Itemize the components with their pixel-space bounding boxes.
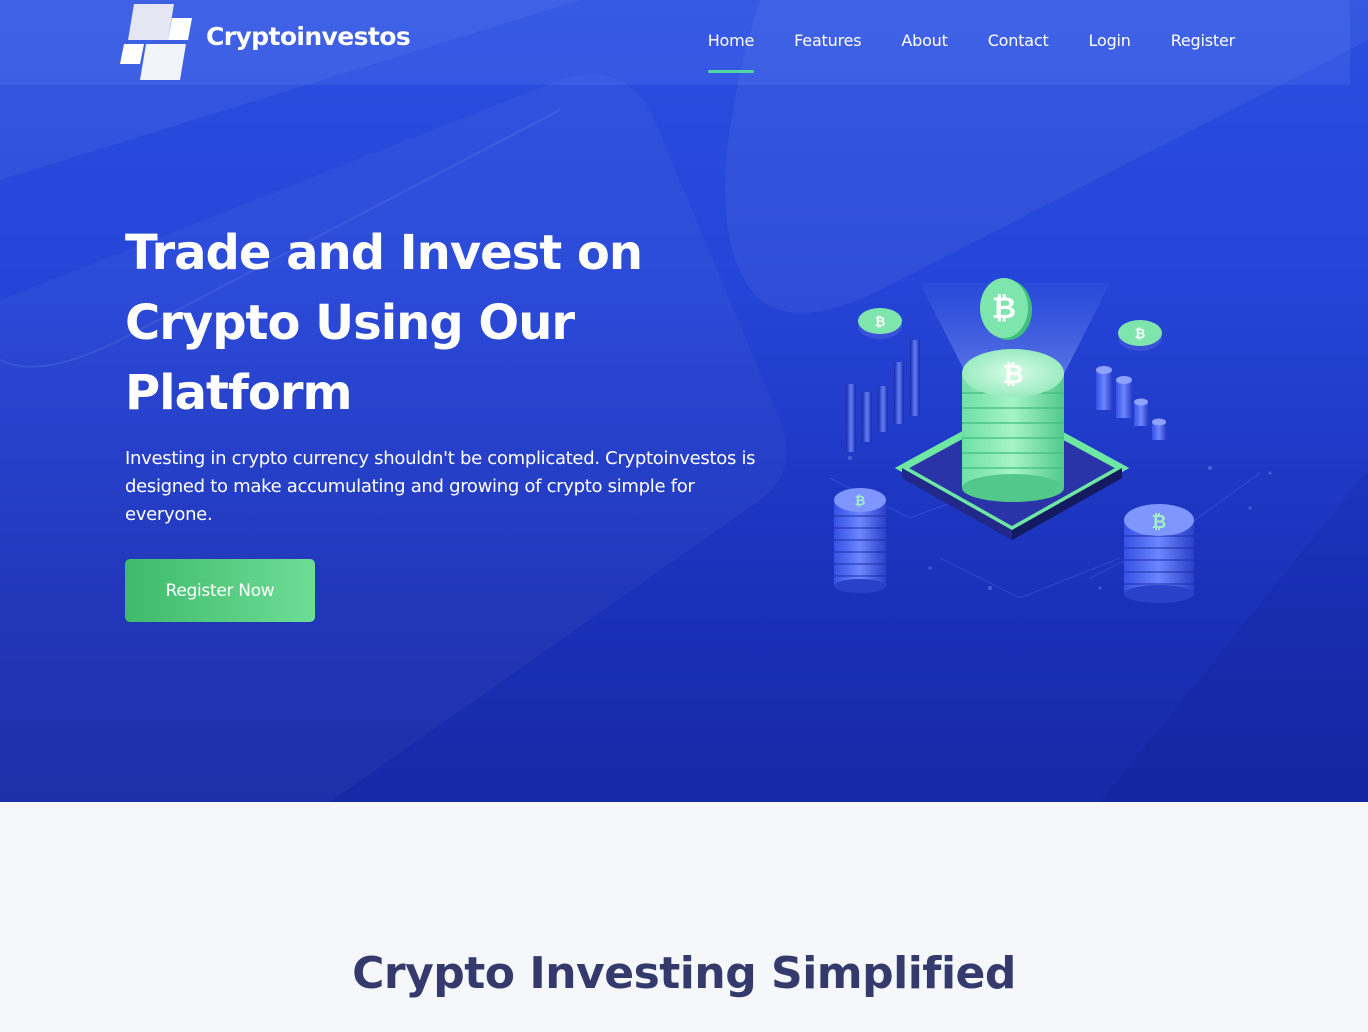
blue-coin-stack-left-icon: ₿ [834, 488, 886, 593]
svg-text:₿: ₿ [855, 494, 866, 509]
site-header: Cryptoinvestos Home Features About Conta… [0, 0, 1350, 85]
nav-contact[interactable]: Contact [988, 0, 1049, 50]
svg-text:₿: ₿ [1135, 327, 1146, 342]
svg-text:₿: ₿ [1152, 512, 1167, 533]
coin-stack-icon: ₿ [962, 349, 1064, 502]
blue-coin-stack-right-icon: ₿ [1124, 504, 1194, 603]
nav-login[interactable]: Login [1089, 0, 1131, 50]
bar-chart-icon [846, 340, 920, 452]
nav-features[interactable]: Features [794, 0, 861, 50]
svg-text:₿: ₿ [1002, 360, 1023, 390]
nav-register[interactable]: Register [1171, 0, 1235, 50]
brand[interactable]: Cryptoinvestos [120, 2, 420, 82]
hero-title: Trade and Invest on Crypto Using Our Pla… [125, 225, 643, 421]
register-now-button[interactable]: Register Now [125, 559, 315, 622]
nav-home[interactable]: Home [707, 0, 755, 73]
main-nav: Home Features About Contact Login Regist… [668, 0, 1235, 85]
hero-section: Cryptoinvestos Home Features About Conta… [0, 0, 1368, 802]
svg-text:₿: ₿ [875, 315, 886, 330]
hero-description: Investing in crypto currency shouldn't b… [125, 448, 756, 525]
svg-text:₿: ₿ [992, 291, 1016, 326]
brand-name: Cryptoinvestos [206, 22, 411, 51]
logo-icon [120, 4, 192, 80]
crypto-illustration: ₿ ₿ ₿ ₿ ₿ ₿ [829, 278, 1272, 603]
section-title: Crypto Investing Simplified [352, 948, 1016, 999]
nav-about[interactable]: About [901, 0, 948, 50]
